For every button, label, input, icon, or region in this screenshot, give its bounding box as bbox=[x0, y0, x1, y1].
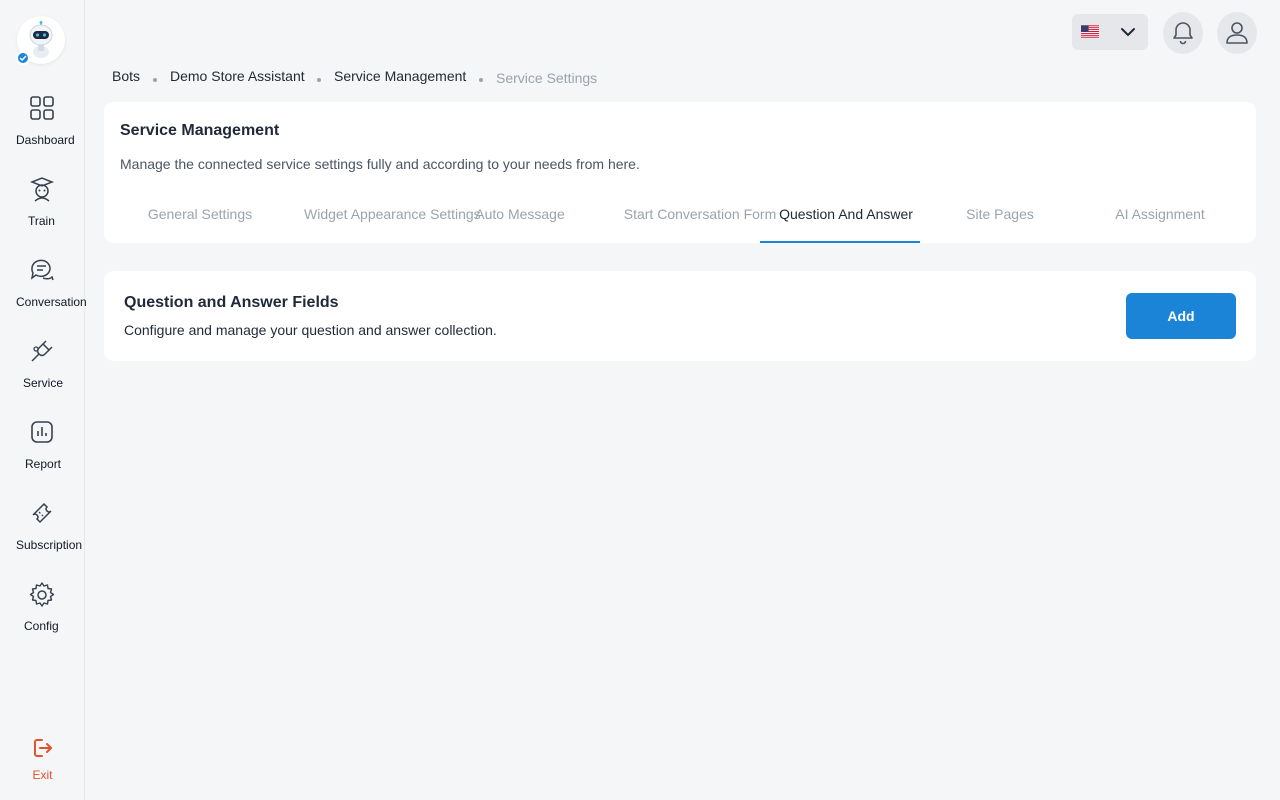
gear-icon bbox=[29, 582, 55, 607]
sidebar-item-subscription[interactable]: Subscription bbox=[0, 500, 85, 570]
us-flag-icon bbox=[1081, 25, 1099, 38]
tab-site-pages[interactable]: Site Pages bbox=[920, 206, 1080, 243]
sidebar-item-conversation[interactable]: Conversation bbox=[0, 257, 87, 327]
language-selector[interactable] bbox=[1072, 14, 1148, 50]
sidebar-item-config[interactable]: Config bbox=[0, 581, 85, 651]
exit-button[interactable]: Exit bbox=[0, 734, 85, 784]
ticket-icon bbox=[32, 502, 52, 524]
breadcrumb-bots[interactable]: Bots bbox=[112, 68, 140, 84]
breadcrumb-separator bbox=[153, 78, 157, 82]
add-button[interactable]: Add bbox=[1126, 293, 1236, 339]
qa-section-description: Configure and manage your question and a… bbox=[124, 322, 497, 338]
robot-icon bbox=[29, 21, 53, 58]
sidebar-item-label: Service bbox=[23, 376, 64, 390]
sidebar-item-label: Conversation bbox=[16, 295, 87, 309]
plug-icon bbox=[31, 340, 53, 362]
chevron-down-icon bbox=[1121, 28, 1135, 36]
service-header-card: Service Management Manage the connected … bbox=[104, 102, 1256, 243]
sidebar-item-report[interactable]: Report bbox=[0, 419, 85, 489]
page-title: Service Management bbox=[120, 122, 280, 139]
sidebar-item-service[interactable]: Service bbox=[0, 338, 85, 408]
dashboard-icon bbox=[30, 96, 54, 120]
sidebar-item-label: Dashboard bbox=[16, 133, 75, 147]
qa-section-title: Question and Answer Fields bbox=[124, 294, 339, 311]
report-icon bbox=[31, 421, 53, 443]
breadcrumb-service-management[interactable]: Service Management bbox=[334, 68, 466, 84]
tab-ai-assignment[interactable]: AI Assignment bbox=[1080, 206, 1240, 243]
page-description: Manage the connected service settings fu… bbox=[120, 156, 640, 172]
verified-badge-icon bbox=[16, 51, 30, 65]
sidebar-item-label: Config bbox=[24, 619, 59, 633]
sidebar-item-dashboard[interactable]: Dashboard bbox=[0, 95, 85, 165]
profile-button[interactable] bbox=[1217, 12, 1257, 54]
breadcrumb-separator bbox=[317, 78, 321, 82]
notification-button[interactable] bbox=[1163, 12, 1203, 54]
sidebar-item-label: Subscription bbox=[16, 538, 83, 552]
exit-label: Exit bbox=[32, 768, 53, 782]
bell-icon bbox=[1173, 22, 1193, 45]
logout-icon bbox=[34, 739, 52, 757]
bot-logo[interactable] bbox=[16, 16, 65, 65]
tab-general-settings[interactable]: General Settings bbox=[120, 206, 280, 243]
train-icon bbox=[29, 177, 55, 202]
tab-auto-message[interactable]: Auto Message bbox=[440, 206, 600, 243]
sidebar-item-train[interactable]: Train bbox=[0, 176, 85, 246]
conversation-icon bbox=[30, 259, 54, 281]
sidebar: Dashboard Train Conversation Service Rep… bbox=[0, 0, 87, 800]
breadcrumb-current: Service Settings bbox=[496, 70, 598, 86]
sidebar-item-label: Report bbox=[25, 457, 62, 471]
tab-question-and-answer[interactable]: Question And Answer bbox=[760, 206, 920, 243]
sidebar-item-label: Train bbox=[28, 214, 55, 228]
breadcrumb-bot-name[interactable]: Demo Store Assistant bbox=[170, 68, 305, 84]
breadcrumb-separator bbox=[479, 78, 483, 82]
user-icon bbox=[1226, 22, 1248, 44]
qa-fields-card: Question and Answer Fields Configure and… bbox=[104, 271, 1256, 361]
